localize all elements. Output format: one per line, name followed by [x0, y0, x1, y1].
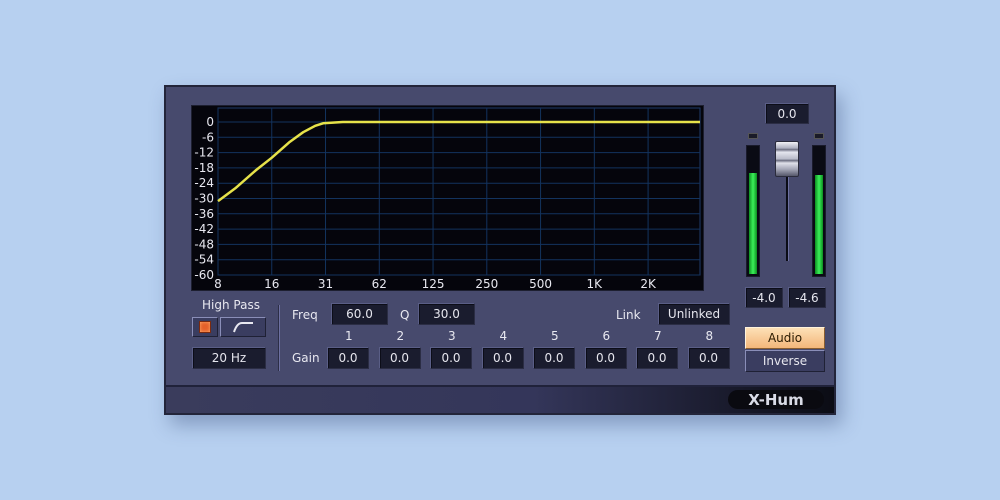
plugin-footer: X-Hum: [166, 385, 834, 413]
gain-band-6-number: 6: [602, 329, 611, 343]
gain-band-2-number: 2: [396, 329, 405, 343]
gain-band-7-number: 7: [654, 329, 662, 343]
q-field[interactable]: 30.0: [418, 303, 475, 325]
inverse-mode-button[interactable]: Inverse: [745, 350, 825, 372]
y-tick-label: -54: [194, 253, 214, 267]
x-tick-label: 1K: [587, 277, 604, 291]
y-tick-label: -30: [194, 192, 214, 206]
eq-graph-svg: 0-6 -12-18-24 -30-36-42-48 -54-608 16 31 62 125…: [194, 107, 701, 291]
gain-band-4-number: 4: [499, 329, 508, 343]
left-level-fill: [749, 172, 757, 274]
high-pass-shape-button[interactable]: [220, 317, 266, 337]
x-tick-label: 8: [214, 277, 222, 291]
y-tick-label: 0: [206, 115, 214, 129]
y-tick-label: -36: [194, 207, 214, 221]
high-pass-freq-field[interactable]: 20 Hz: [192, 347, 266, 369]
x-tick-label: 16: [264, 277, 279, 291]
left-peak-indicator: [748, 133, 758, 139]
gain-band-8-field[interactable]: 0.0: [687, 347, 730, 369]
audio-mode-button[interactable]: Audio: [745, 327, 825, 349]
x-tick-label: 31: [318, 277, 333, 291]
y-tick-label: -48: [194, 237, 214, 251]
link-field[interactable]: Unlinked: [658, 303, 730, 325]
right-level-meter: [812, 145, 826, 277]
link-label: Link: [616, 308, 641, 322]
right-peak-indicator: [814, 133, 824, 139]
y-tick-label: -24: [194, 176, 214, 190]
eq-response-graph: 0 -6 -12 -18 -24 -30 -36 -42 -48 -54 -60 8 16 31 62 125…: [191, 105, 704, 291]
gain-label: Gain: [292, 351, 320, 365]
left-level-meter: [746, 145, 760, 277]
gain-band-2-field[interactable]: 0.0: [378, 347, 421, 369]
power-icon: [199, 321, 211, 333]
x-tick-label: 250: [475, 277, 498, 291]
right-level-fill: [815, 175, 823, 274]
gain-band-7-field[interactable]: 0.0: [636, 347, 678, 369]
brand-logo: X-Hum: [728, 390, 824, 409]
gain-band-8-number: 8: [705, 329, 714, 343]
gain-band-1-field[interactable]: 0.0: [327, 347, 369, 369]
x-tick-label: 125: [422, 277, 445, 291]
output-fader-handle[interactable]: [775, 141, 799, 177]
y-tick-label: -60: [194, 268, 214, 282]
gain-band-3-number: 3: [448, 329, 456, 343]
gain-band-6-field[interactable]: 0.0: [584, 347, 627, 369]
q-label: Q: [400, 308, 410, 322]
y-tick-label: -18: [194, 161, 214, 175]
high-pass-power-button[interactable]: [192, 317, 218, 337]
highpass-shape-icon: [233, 322, 253, 333]
x-tick-label: 500: [529, 277, 552, 291]
fader-value-field[interactable]: 0.0: [765, 103, 809, 124]
gain-band-5-field[interactable]: 0.0: [533, 347, 575, 369]
x-tick-label: 2K: [640, 277, 657, 291]
x-tick-label: 62: [372, 277, 387, 291]
gain-band-5-number: 5: [551, 329, 559, 343]
x-hum-plugin-window: 0 -6 -12 -18 -24 -30 -36 -42 -48 -54 -60 8 16 31 62 125…: [164, 85, 836, 415]
right-meter-readout: -4.6: [788, 287, 826, 308]
plot-area: [217, 107, 701, 276]
freq-label: Freq: [292, 308, 318, 322]
section-divider: [278, 305, 280, 371]
y-tick-label: -6: [202, 130, 214, 144]
gain-band-3-field[interactable]: 0.0: [430, 347, 472, 369]
left-meter-readout: -4.0: [745, 287, 783, 308]
y-tick-label: -42: [194, 222, 214, 236]
gain-band-1-number: 1: [345, 329, 353, 343]
gain-band-4-field[interactable]: 0.0: [481, 347, 524, 369]
freq-field[interactable]: 60.0: [331, 303, 388, 325]
y-tick-label: -12: [194, 146, 214, 160]
high-pass-label: High Pass: [202, 298, 260, 312]
